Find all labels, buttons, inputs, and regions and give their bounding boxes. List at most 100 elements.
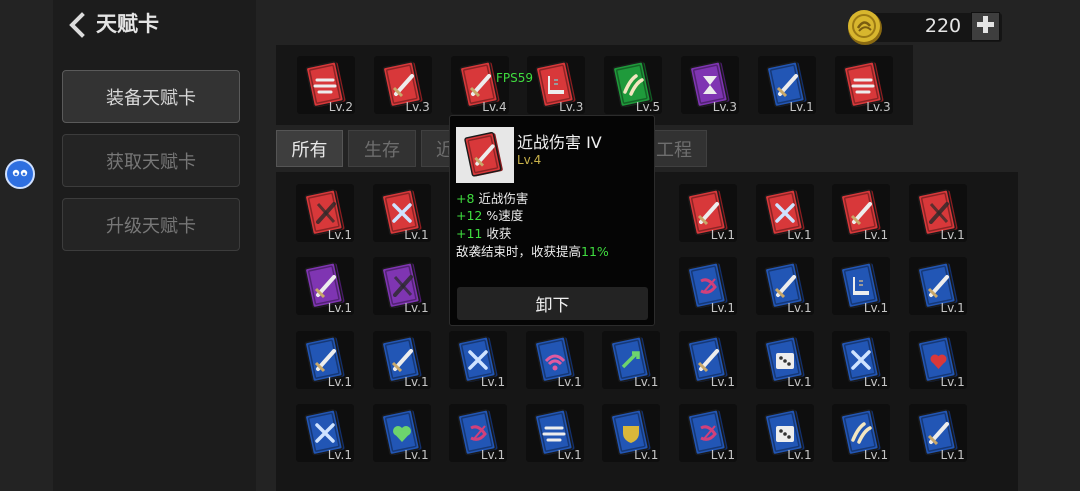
card-level-label: Lv.1 xyxy=(557,447,582,462)
card-level-label: Lv.1 xyxy=(940,228,965,242)
card-level-label: Lv.1 xyxy=(787,228,812,242)
equipped-card-slot[interactable]: Lv.1 xyxy=(757,56,816,114)
talent-card-slot[interactable]: Lv.1 xyxy=(908,257,967,316)
equipped-card-slot[interactable]: Lv.4 xyxy=(450,56,509,114)
talent-card-slot[interactable]: Lv.1 xyxy=(449,330,508,389)
talent-card-slot[interactable]: Lv.1 xyxy=(602,403,661,462)
equipped-cards-panel xyxy=(276,45,913,125)
talent-card-slot[interactable]: Lv.1 xyxy=(372,257,431,316)
card-level-label: Lv.1 xyxy=(940,447,965,462)
screen-title: 天赋卡 xyxy=(96,12,159,36)
talent-card-slot[interactable]: Lv.1 xyxy=(755,257,814,316)
card-level-label: Lv.1 xyxy=(480,447,506,462)
talent-card-slot[interactable]: Lv.1 xyxy=(679,403,737,462)
talent-card-slot[interactable]: Lv.1 xyxy=(372,403,431,462)
tooltip-card-icon xyxy=(456,127,514,183)
card-level-label: Lv.1 xyxy=(404,228,429,242)
add-currency-button[interactable] xyxy=(971,12,1000,41)
gold-coin-icon xyxy=(846,8,884,46)
card-level-label: Lv.1 xyxy=(710,374,735,389)
equipped-card-slot[interactable]: Lv.3 xyxy=(527,56,586,114)
face-icon xyxy=(10,165,30,184)
currency-value: 220 xyxy=(924,15,962,37)
back-button[interactable] xyxy=(66,8,88,42)
equipped-card-slot[interactable]: Lv.2 xyxy=(297,56,355,114)
talent-card-slot[interactable]: Lv.1 xyxy=(832,184,891,242)
card-level-label: Lv.1 xyxy=(789,100,814,114)
sidebar-item-acquire[interactable]: 获取天赋卡 xyxy=(62,134,240,187)
card-level-label: Lv.2 xyxy=(328,100,353,114)
card-level-label: Lv.1 xyxy=(404,374,429,389)
talent-card-slot[interactable]: Lv.1 xyxy=(372,184,431,242)
floating-assistant-button[interactable] xyxy=(5,159,35,189)
talent-card-slot[interactable]: Lv.1 xyxy=(679,257,737,316)
talent-card-slot[interactable]: Lv.1 xyxy=(296,257,354,316)
effect-value: 11% xyxy=(581,244,609,259)
talent-card-slot[interactable]: Lv.1 xyxy=(296,403,354,462)
stat-value: +11 xyxy=(456,226,483,241)
sidebar-item-equip[interactable]: 装备天赋卡 xyxy=(62,70,240,123)
talent-card-slot[interactable]: Lv.1 xyxy=(755,184,814,242)
currency-display: 220 xyxy=(846,8,1002,46)
card-level-label: Lv.1 xyxy=(557,374,582,389)
tab-survival[interactable]: 生存 xyxy=(348,130,416,167)
fps-counter: FPS59 xyxy=(496,71,534,85)
talent-card-slot[interactable]: Lv.1 xyxy=(296,330,354,389)
talent-card-slot[interactable]: Lv.1 xyxy=(755,330,814,389)
talent-card-slot[interactable]: Lv.1 xyxy=(602,330,661,389)
equipped-card-slot[interactable]: Lv.5 xyxy=(604,56,663,114)
card-level-label: Lv.3 xyxy=(712,100,737,114)
talent-card-slot[interactable]: Lv.1 xyxy=(908,403,967,462)
card-level-label: Lv.1 xyxy=(327,228,352,242)
equipped-card-slot[interactable]: Lv.3 xyxy=(834,56,893,114)
card-level-label: Lv.1 xyxy=(863,447,889,462)
card-level-label: Lv.1 xyxy=(863,228,889,242)
card-level-label: Lv.1 xyxy=(634,447,659,462)
talent-card-slot[interactable]: Lv.1 xyxy=(679,330,737,389)
stat-value: +12 xyxy=(456,208,483,223)
card-level-label: Lv.1 xyxy=(787,374,812,389)
talent-card-slot[interactable]: Lv.1 xyxy=(525,403,584,462)
stat-label: 收获 xyxy=(482,226,512,241)
card-level-label: Lv.1 xyxy=(863,301,889,316)
card-level-label: Lv.1 xyxy=(940,374,965,389)
equipped-card-slot[interactable]: Lv.3 xyxy=(681,56,739,114)
tooltip-stat: +11 收获 xyxy=(456,226,511,242)
card-level-label: Lv.1 xyxy=(480,374,506,389)
stat-label: 近战伤害 xyxy=(474,191,529,206)
talent-card-slot[interactable]: Lv.1 xyxy=(679,184,737,242)
talent-card-slot[interactable]: Lv.1 xyxy=(908,184,967,242)
card-level-label: Lv.4 xyxy=(482,100,507,114)
talent-card-slot[interactable]: Lv.1 xyxy=(832,330,891,389)
card-level-label: Lv.5 xyxy=(635,100,661,114)
talent-card-slot[interactable]: Lv.1 xyxy=(832,403,891,462)
plus-icon xyxy=(976,15,995,38)
card-level-label: Lv.1 xyxy=(404,301,429,316)
stat-value: +8 xyxy=(456,191,475,206)
card-level-label: Lv.3 xyxy=(866,100,891,114)
talent-card-slot[interactable]: Lv.1 xyxy=(755,403,814,462)
card-level-label: Lv.1 xyxy=(404,447,429,462)
tooltip-stat: +8 近战伤害 xyxy=(456,191,528,207)
card-level-label: Lv.1 xyxy=(787,301,812,316)
talent-card-slot[interactable]: Lv.1 xyxy=(449,403,508,462)
card-level-label: Lv.1 xyxy=(327,374,352,389)
tooltip-effect: 敌袭结束时，收获提高11% xyxy=(456,244,609,260)
card-tooltip: 近战伤害 IV Lv.4 +8 近战伤害 +12 %速度 +11 收获 敌袭结束… xyxy=(449,115,655,326)
sword-card-icon xyxy=(464,131,503,177)
talent-card-slot[interactable]: Lv.1 xyxy=(525,330,584,389)
chevron-left-icon xyxy=(66,12,88,38)
equipped-card-slot[interactable]: Lv.3 xyxy=(373,56,432,114)
sidebar-item-upgrade[interactable]: 升级天赋卡 xyxy=(62,198,240,251)
talent-card-slot[interactable]: Lv.1 xyxy=(832,257,891,316)
tab-all[interactable]: 所有 xyxy=(276,130,343,167)
talent-card-slot[interactable]: Lv.1 xyxy=(908,330,967,389)
talent-card-slot[interactable]: Lv.1 xyxy=(296,184,354,242)
card-level-label: Lv.1 xyxy=(787,447,812,462)
tooltip-card-level: Lv.4 xyxy=(517,153,542,167)
talent-card-slot[interactable]: Lv.1 xyxy=(372,330,431,389)
card-level-label: Lv.1 xyxy=(634,374,659,389)
card-level-label: Lv.1 xyxy=(710,447,735,462)
unequip-button[interactable]: 卸下 xyxy=(457,287,648,320)
card-level-label: Lv.3 xyxy=(559,100,584,114)
